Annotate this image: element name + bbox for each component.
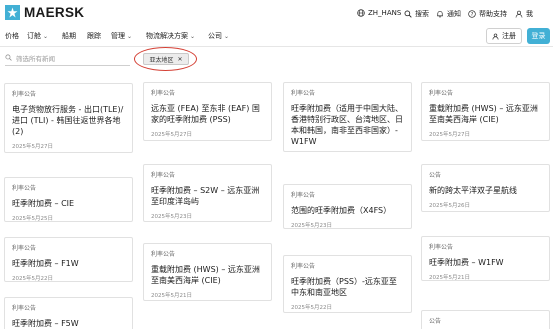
my-account-label: 我: [526, 10, 533, 18]
news-card[interactable]: 利率公告 远东亚 (FEA) 至东非 (EAF) 国家的旺季附加费 (PSS) …: [143, 82, 272, 141]
card-title: 范围的旺季附加费（X4FS）: [291, 206, 392, 215]
chip-label: 亚太地区: [149, 56, 174, 64]
card-category: 利率公告: [12, 245, 37, 252]
card-category: 利率公告: [291, 192, 316, 199]
main-navigation: 价格 订舱 ⌄ 船期 跟踪 管理 ⌄ 物流解决方案 ⌄ 公司 ⌄: [0, 26, 553, 46]
language-label: ZH_HANS: [368, 9, 402, 17]
card-category: 利率公告: [151, 251, 176, 258]
search-link[interactable]: 搜索: [404, 9, 429, 19]
card-title: 重载附加费 (HWS) – 远东亚洲至南美西海岸 (CIE): [151, 265, 260, 285]
news-card[interactable]: 利率公告 范围的旺季附加费（X4FS） 2025年5月23日: [283, 184, 412, 229]
card-category: 利率公告: [12, 91, 37, 98]
nav-item-logistics-solutions[interactable]: 物流解决方案 ⌄: [146, 31, 195, 41]
card-category: 利率公告: [12, 305, 37, 312]
search-label: 搜索: [415, 10, 429, 18]
maersk-logo[interactable]: MAERSK: [5, 5, 84, 20]
login-button[interactable]: 登录: [527, 28, 550, 44]
help-label: 帮助支持: [479, 10, 507, 18]
card-category: 利率公告: [151, 172, 176, 179]
nav-item-tracking[interactable]: 跟踪: [87, 31, 101, 41]
card-date: 2025年5月23日: [151, 214, 192, 220]
news-card[interactable]: 利率公告 旺季附加费 – F1W 2025年5月22日: [4, 237, 133, 282]
card-title: 旺季附加费 – F5W: [12, 319, 79, 328]
news-card[interactable]: 利率公告 旺季附加费 – F5W: [4, 297, 133, 329]
top-bar: MAERSK ZH_HANS 搜索 通知 ? 帮助支持 我: [0, 0, 553, 26]
help-icon: ?: [468, 10, 476, 18]
news-card[interactable]: 利率公告 重载附加费 (HWS) – 远东亚洲至南美西海岸 (CIE) 2025…: [143, 243, 272, 301]
card-title: 旺季附加费（适用于中国大陆、香港特别行政区、台湾地区、日本和韩国，南非至西非国家…: [291, 104, 403, 146]
user-icon: [492, 33, 499, 40]
card-category: 利率公告: [429, 90, 454, 97]
chevron-down-icon: ⌄: [190, 33, 196, 40]
card-category: 利率公告: [291, 90, 316, 97]
news-card[interactable]: 公告 新的跨太平洋双子星航线 2025年5月26日: [421, 164, 550, 212]
card-category: 利率公告: [429, 244, 454, 251]
card-title: 新的跨太平洋双子星航线: [429, 186, 517, 195]
card-date: 2025年5月27日: [12, 144, 53, 150]
card-category: 利率公告: [151, 90, 176, 97]
card-date: 2025年5月27日: [429, 132, 470, 138]
card-category: 利率公告: [12, 185, 37, 192]
chevron-down-icon: ⌄: [224, 33, 230, 40]
notifications-link[interactable]: 通知: [436, 9, 461, 19]
news-card[interactable]: 公告: [421, 310, 550, 329]
header-divider: [0, 46, 553, 47]
card-title: 重载附加费 (HWS) – 远东亚洲至南美西海岸 (CIE): [429, 104, 538, 124]
news-filter-input[interactable]: 筛选所有新闻: [5, 50, 130, 66]
chevron-down-icon: ⌄: [127, 33, 133, 40]
help-link[interactable]: ? 帮助支持: [468, 9, 507, 19]
search-icon: [5, 54, 12, 61]
brand-name: MAERSK: [24, 5, 85, 20]
card-title: 旺季附加费 – S2W – 远东亚洲至印度洋岛屿: [151, 186, 260, 206]
region-filter-chip[interactable]: 亚太地区 ✕: [143, 53, 189, 65]
maersk-star-icon: [5, 5, 20, 20]
news-card[interactable]: 利率公告 旺季附加费 – CIE 2025年5月25日: [4, 177, 133, 222]
news-card[interactable]: 利率公告 旺季附加费（适用于中国大陆、香港特别行政区、台湾地区、日本和韩国，南非…: [283, 82, 412, 152]
news-card[interactable]: 利率公告 旺季附加费 – S2W – 远东亚洲至印度洋岛屿 2025年5月23日: [143, 164, 272, 222]
chevron-down-icon: ⌄: [43, 33, 49, 40]
news-card[interactable]: 利率公告 重载附加费 (HWS) – 远东亚洲至南美西海岸 (CIE) 2025…: [421, 82, 550, 141]
nav-item-booking[interactable]: 订舱 ⌄: [27, 31, 48, 41]
card-date: 2025年5月25日: [12, 216, 53, 222]
news-card[interactable]: 利率公告 旺季附加费 – W1FW 2025年5月21日: [421, 236, 550, 281]
card-category: 利率公告: [291, 263, 316, 270]
register-button[interactable]: 注册: [486, 28, 522, 44]
card-date: 2025年5月26日: [429, 203, 470, 209]
nav-item-manage[interactable]: 管理 ⌄: [111, 31, 132, 41]
card-date: 2025年5月27日: [151, 132, 192, 138]
close-icon[interactable]: ✕: [177, 56, 182, 63]
user-icon: [515, 10, 523, 18]
news-card[interactable]: 利率公告 电子货物放行服务 - 出口(TLE)/进口 (TLI) - 韩国往返世…: [4, 83, 133, 153]
card-title: 旺季附加费 – F1W: [12, 259, 79, 268]
card-title: 远东亚 (FEA) 至东非 (EAF) 国家的旺季附加费 (PSS): [151, 104, 260, 124]
card-title: 旺季附加费 – W1FW: [429, 258, 504, 267]
card-title: 旺季附加费 – CIE: [12, 199, 75, 208]
nav-item-company[interactable]: 公司 ⌄: [208, 31, 229, 41]
card-title: 旺季附加费（PSS）-远东亚至中东和南亚地区: [291, 277, 397, 297]
card-title: 电子货物放行服务 - 出口(TLE)/进口 (TLI) - 韩国往返世界各地 (…: [12, 105, 124, 136]
card-category: 公告: [429, 172, 442, 179]
nav-item-prices[interactable]: 价格: [5, 31, 19, 41]
card-date: 2025年5月22日: [12, 276, 53, 282]
card-date: 2025年5月21日: [151, 293, 192, 299]
card-date: 2025年5月22日: [291, 305, 332, 311]
nav-item-schedules[interactable]: 船期: [62, 31, 76, 41]
language-selector[interactable]: ZH_HANS: [357, 9, 401, 17]
my-account-link[interactable]: 我: [515, 9, 533, 19]
card-category: 公告: [429, 318, 442, 325]
search-icon: [404, 10, 412, 18]
search-placeholder: 筛选所有新闻: [16, 54, 55, 63]
card-date: 2025年5月23日: [291, 223, 332, 229]
notifications-label: 通知: [447, 10, 461, 18]
news-card[interactable]: 利率公告 旺季附加费（PSS）-远东亚至中东和南亚地区 2025年5月22日: [283, 255, 412, 313]
card-date: 2025年5月21日: [429, 275, 470, 281]
globe-icon: [357, 9, 365, 17]
bell-icon: [437, 11, 443, 18]
